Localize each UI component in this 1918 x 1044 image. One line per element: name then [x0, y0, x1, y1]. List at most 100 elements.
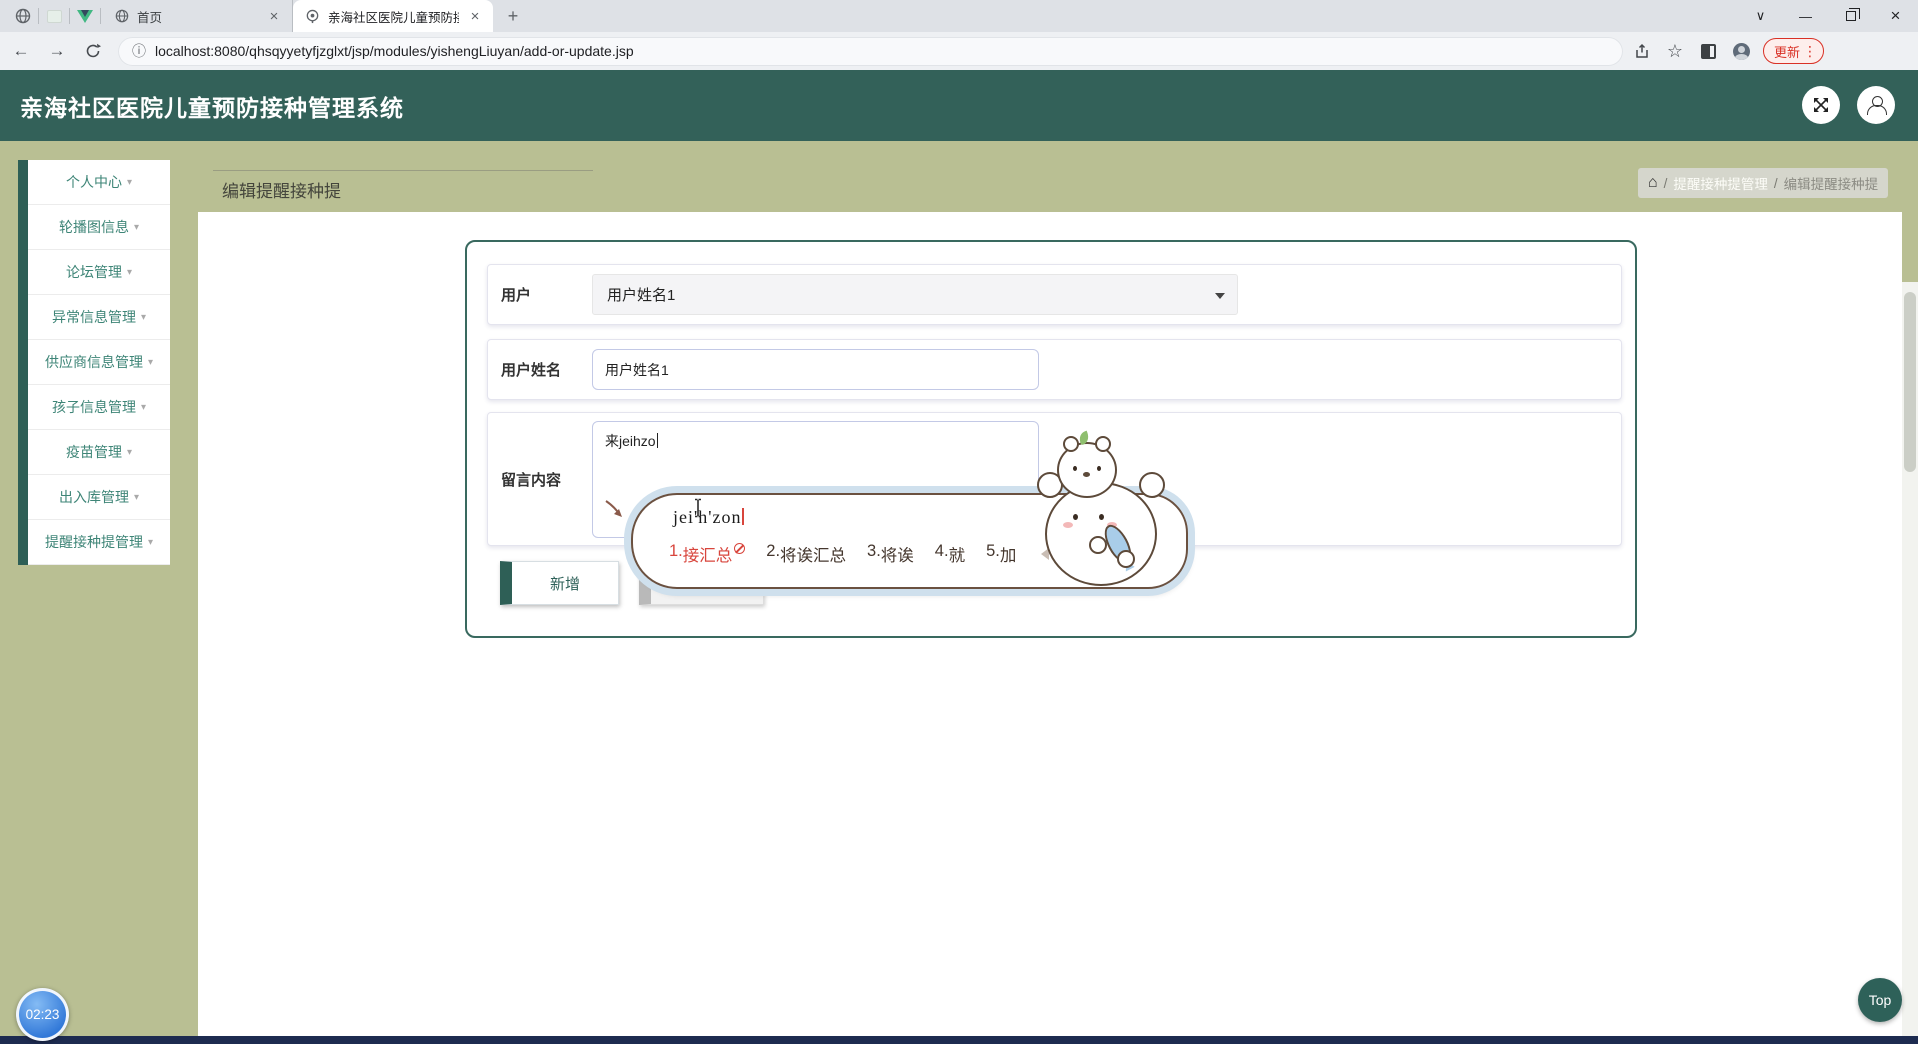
sidebar-item-label: 异常信息管理	[51, 309, 136, 325]
page-scrollbar[interactable]	[1902, 282, 1918, 1044]
chevron-down-icon: ▾	[126, 446, 133, 458]
field-label: 留言内容	[501, 471, 562, 489]
selected-value: 用户姓名1	[607, 287, 676, 304]
recording-timer-badge[interactable]: 02:23	[16, 988, 69, 1041]
chevron-down-icon: ▾	[147, 536, 154, 548]
new-tab-button[interactable]: +	[499, 2, 527, 30]
site-info-icon[interactable]: ⓘ	[132, 41, 146, 61]
menu-dots-icon[interactable]: ⋮	[1803, 43, 1817, 60]
ime-doodle-arrow-icon	[605, 500, 622, 517]
sidebar-item-forum[interactable]: 论坛管理 ▾	[28, 250, 170, 295]
app-title: 亲海社区医院儿童预防接种管理系统	[20, 94, 404, 121]
sidebar-item-label: 论坛管理	[65, 264, 122, 280]
sidebar-item-label: 疫苗管理	[65, 444, 122, 460]
breadcrumb: ⌂ / 提醒接种提管理 / 编辑提醒接种提	[1638, 168, 1888, 198]
tab-current[interactable]: 亲海社区医院儿童预防接种管理系 ×	[293, 0, 493, 32]
add-button[interactable]: 新增	[500, 561, 619, 605]
divider	[213, 170, 593, 171]
breadcrumb-separator: /	[1773, 175, 1778, 191]
chevron-down-icon: ▾	[126, 266, 133, 278]
field-label: 用户	[501, 287, 532, 304]
reload-button[interactable]	[78, 36, 108, 66]
workspace: 个人中心 ▾ 轮播图信息 ▾ 论坛管理 ▾ 异常信息管理 ▾ 供应商信息管理 ▾ 孩子信息…	[0, 141, 1918, 1044]
sidebar-item-label: 个人中心	[65, 174, 122, 190]
address-bar[interactable]: ⓘ localhost:8080/qhsqyyetyfjzglxt/jsp/mo…	[118, 36, 1623, 66]
chevron-down-icon: ▾	[147, 356, 154, 368]
form-row-username: 用户姓名 用户姓名1	[487, 339, 1622, 400]
ime-candidate-5[interactable]: 5. 加	[986, 542, 1016, 566]
bookmark-star-icon[interactable]: ☆	[1661, 37, 1689, 65]
extension-icon[interactable]	[41, 0, 67, 32]
sidebar-item-vaccination-reminder[interactable]: 提醒接种提管理 ▾	[28, 520, 170, 565]
browser-toolbar: ← → ⓘ localhost:8080/qhsqyyetyfjzglxt/js…	[0, 32, 1918, 70]
tab-search-chevron-icon[interactable]: ∨	[1738, 0, 1783, 32]
ime-candidate-3[interactable]: 3. 将诶	[867, 542, 914, 566]
restore-button[interactable]	[1828, 0, 1873, 32]
breadcrumb-separator: /	[1663, 175, 1668, 191]
input-value: 用户姓名1	[605, 361, 669, 378]
timer-value: 02:23	[25, 1007, 60, 1022]
sidebar-item-label: 轮播图信息	[58, 219, 129, 235]
home-icon[interactable]: ⌂	[1648, 174, 1658, 192]
sidebar-item-child-info[interactable]: 孩子信息管理 ▾	[28, 385, 170, 430]
profile-avatar-icon[interactable]	[1727, 37, 1755, 65]
close-window-button[interactable]: ×	[1873, 0, 1918, 32]
browser-update-button[interactable]: 更新 ⋮	[1763, 38, 1825, 64]
tab-home[interactable]: 首页 ×	[103, 0, 293, 32]
tab-title: 亲海社区医院儿童预防接种管理系	[328, 10, 459, 25]
tab-close-icon[interactable]: ×	[266, 8, 282, 25]
scrollbar-thumb[interactable]	[1904, 292, 1916, 472]
user-select[interactable]: 用户姓名1	[592, 274, 1238, 315]
sidebar-item-personal-center[interactable]: 个人中心 ▾	[28, 160, 170, 205]
ime-mascot	[1015, 430, 1195, 600]
ime-candidate-1[interactable]: 1. 接汇总	[669, 542, 746, 566]
sidebar-item-abnormal-info[interactable]: 异常信息管理 ▾	[28, 295, 170, 340]
chevron-down-icon: ▾	[133, 491, 140, 503]
sidebar-item-inventory[interactable]: 出入库管理 ▾	[28, 475, 170, 520]
username-input[interactable]: 用户姓名1	[592, 349, 1039, 390]
ime-caret	[742, 508, 744, 525]
tab-title: 首页	[137, 10, 163, 25]
side-panel-icon[interactable]	[1694, 37, 1722, 65]
form-row-user: 用户 用户姓名1	[487, 264, 1622, 325]
chevron-down-icon: ▾	[140, 311, 147, 323]
forward-button[interactable]: →	[42, 36, 72, 66]
globe-favicon-icon	[115, 9, 129, 23]
pinned-tabs	[0, 0, 103, 32]
chevron-down-icon: ▾	[140, 401, 147, 413]
sidebar-item-vaccine[interactable]: 疫苗管理 ▾	[28, 430, 170, 475]
ime-candidate-4[interactable]: 4. 就	[935, 542, 965, 566]
breadcrumb-section[interactable]: 提醒接种提管理	[1673, 173, 1768, 193]
divider	[38, 8, 39, 24]
globe-icon[interactable]	[10, 0, 36, 32]
vue-icon[interactable]	[72, 0, 98, 32]
sidebar-item-label: 孩子信息管理	[51, 399, 136, 415]
sidebar-item-carousel[interactable]: 轮播图信息 ▾	[28, 205, 170, 250]
chevron-down-icon	[1215, 293, 1225, 299]
badge-favicon-icon	[306, 9, 319, 23]
divider	[100, 8, 101, 24]
textarea-value: 来jeihzo	[605, 433, 656, 449]
back-to-top-button[interactable]: Top	[1858, 978, 1902, 1022]
tab-strip: 首页 × 亲海社区医院儿童预防接种管理系 × + ∨ — ×	[0, 0, 1918, 32]
sidebar-item-label: 出入库管理	[58, 489, 129, 505]
fullscreen-icon	[1814, 98, 1828, 112]
app-header: 亲海社区医院儿童预防接种管理系统	[0, 70, 1918, 141]
breadcrumb-current: 编辑提醒接种提	[1783, 177, 1879, 192]
field-label: 用户姓名	[501, 362, 562, 379]
chevron-down-icon: ▾	[126, 176, 133, 188]
back-button[interactable]: ←	[6, 36, 36, 66]
fullscreen-button[interactable]	[1802, 86, 1840, 124]
taskbar-strip	[0, 1036, 1918, 1044]
ime-badge-icon	[734, 543, 746, 554]
user-profile-button[interactable]	[1857, 86, 1895, 124]
ibeam-cursor-icon	[695, 498, 701, 518]
sidebar-item-label: 供应商信息管理	[44, 354, 143, 370]
ime-candidates: 1. 接汇总 2. 将诶汇总 3. 将诶 4. 就 5. 加	[669, 542, 1065, 566]
share-icon[interactable]	[1628, 37, 1656, 65]
tab-close-icon[interactable]: ×	[467, 8, 483, 25]
minimize-button[interactable]: —	[1783, 0, 1828, 32]
ime-candidate-2[interactable]: 2. 将诶汇总	[766, 542, 846, 566]
sidebar-item-supplier-info[interactable]: 供应商信息管理 ▾	[28, 340, 170, 385]
sidebar: 个人中心 ▾ 轮播图信息 ▾ 论坛管理 ▾ 异常信息管理 ▾ 供应商信息管理 ▾ 孩子信息…	[18, 160, 170, 565]
